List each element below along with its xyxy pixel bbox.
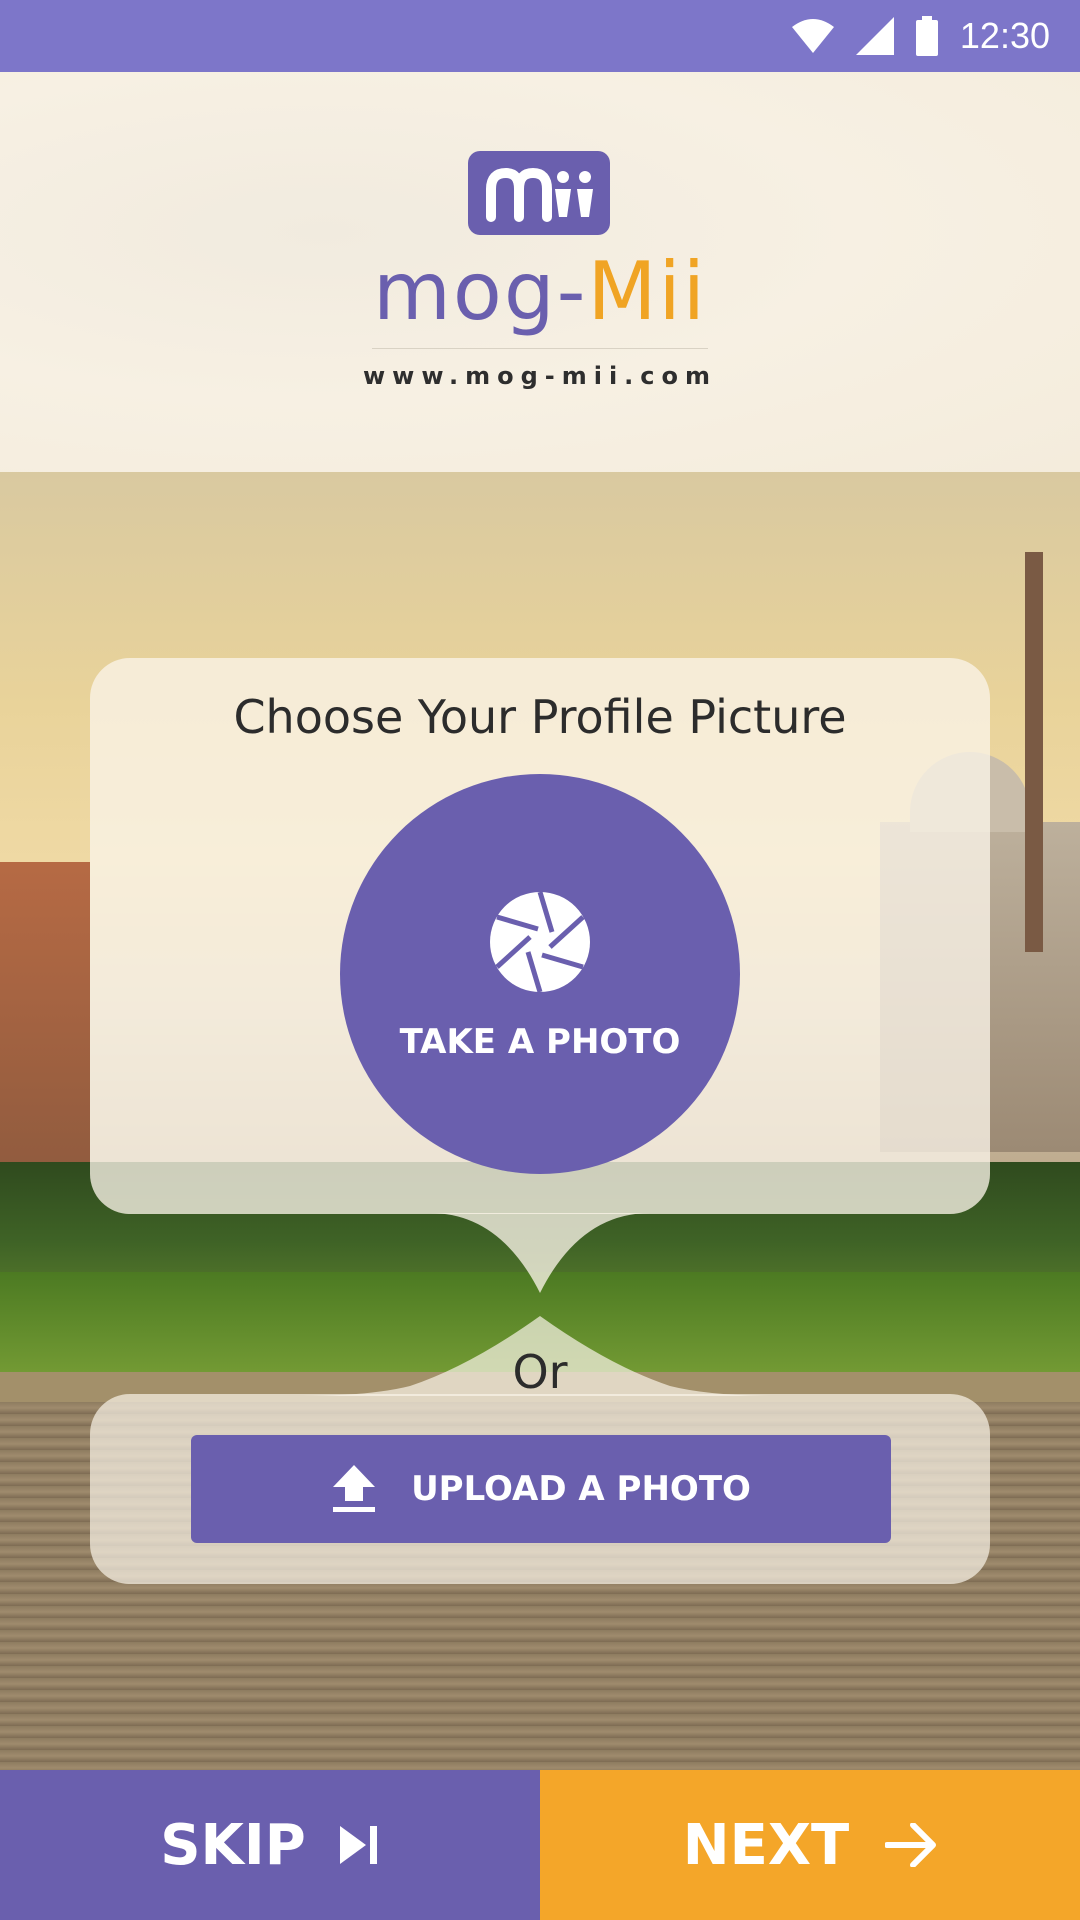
city-buildings bbox=[0, 862, 90, 1202]
status-time: 12:30 bbox=[959, 15, 1050, 56]
header: mog-Mii www.mog-mii.com bbox=[0, 72, 1080, 472]
or-label: Or bbox=[512, 1345, 568, 1399]
next-label: NEXT bbox=[682, 1812, 850, 1878]
signal-icon bbox=[855, 17, 894, 55]
upload-photo-button[interactable]: UPLOAD A PHOTO bbox=[191, 1435, 891, 1543]
mii-logo-icon bbox=[486, 167, 593, 222]
upload-icon bbox=[333, 1465, 376, 1512]
take-photo-label: TAKE A PHOTO bbox=[399, 1022, 681, 1062]
skip-label: SKIP bbox=[160, 1812, 306, 1878]
skip-next-icon bbox=[339, 1826, 377, 1864]
logo-word-mog: mog- bbox=[372, 245, 588, 338]
logo-word-mii: Mii bbox=[587, 245, 707, 338]
skip-button[interactable]: SKIP bbox=[0, 1770, 540, 1920]
camera-aperture-icon bbox=[490, 892, 590, 992]
battery-icon bbox=[915, 16, 938, 56]
logo-divider bbox=[372, 348, 708, 349]
logo-badge bbox=[468, 151, 610, 235]
upload-photo-label: UPLOAD A PHOTO bbox=[411, 1469, 751, 1509]
card-title: Choose Your Profile Picture bbox=[233, 690, 847, 744]
logo-wordmark: mog-Mii bbox=[0, 252, 1080, 332]
wifi-icon bbox=[791, 19, 834, 53]
take-photo-button[interactable]: TAKE A PHOTO bbox=[340, 774, 740, 1174]
status-bar: 12:30 bbox=[0, 0, 1080, 72]
card-pointer bbox=[430, 1213, 650, 1293]
arrow-right-icon bbox=[885, 1823, 937, 1867]
logo-website: www.mog-mii.com bbox=[362, 362, 718, 390]
next-button[interactable]: NEXT bbox=[540, 1770, 1080, 1920]
minaret bbox=[1025, 552, 1043, 952]
